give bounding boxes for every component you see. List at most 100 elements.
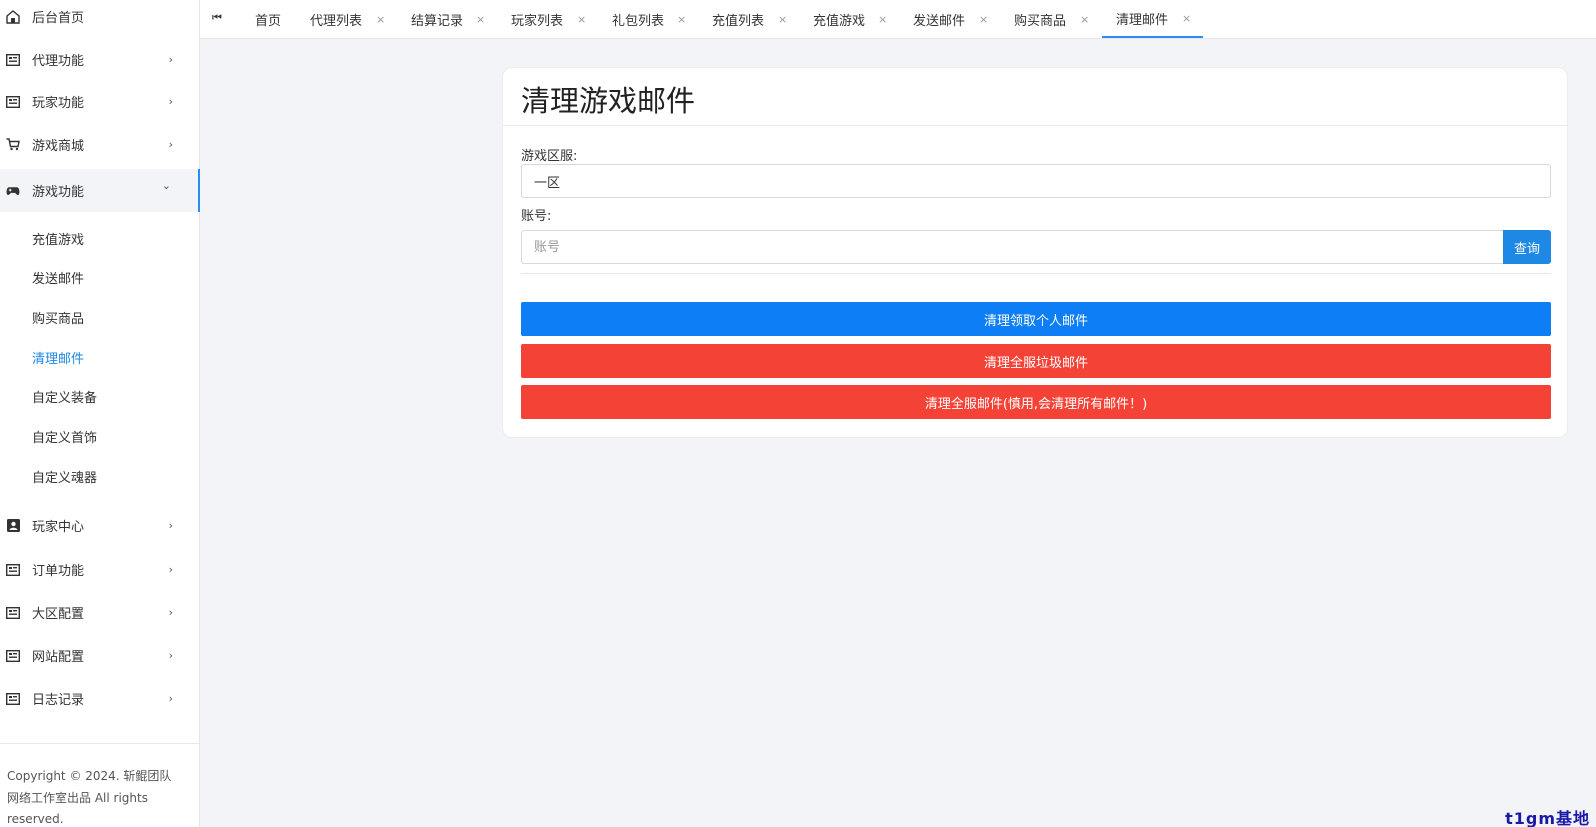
submenu-item-label: 购买商品 bbox=[32, 311, 85, 327]
close-icon[interactable]: × bbox=[577, 13, 586, 26]
chevron-down-icon: ⌄ bbox=[161, 179, 171, 192]
sidebar-item-label: 代理功能 bbox=[32, 54, 85, 69]
account-label: 账号: bbox=[521, 209, 552, 224]
close-icon[interactable]: × bbox=[979, 13, 988, 26]
submenu-item-label: 自定义首饰 bbox=[32, 430, 98, 446]
page-title: 清理游戏邮件 bbox=[521, 84, 696, 118]
sidebar-item-game[interactable]: 游戏功能 ⌄ bbox=[0, 169, 200, 212]
tab-buy-goods[interactable]: 购买商品 × bbox=[1014, 0, 1089, 38]
submenu-item-buy-goods[interactable]: 购买商品 bbox=[0, 298, 200, 336]
copyright-text: Copyright © 2024. 斩鲲团队网络工作室出品 All rights… bbox=[7, 769, 172, 826]
chevron-right-icon: › bbox=[168, 53, 173, 66]
chevron-right-icon: › bbox=[168, 563, 173, 576]
tab-recharge-game[interactable]: 充值游戏 × bbox=[813, 0, 887, 38]
close-icon[interactable]: × bbox=[778, 13, 787, 26]
tab-label: 首页 bbox=[255, 13, 282, 29]
watermark-text: t1gm基地 bbox=[1505, 809, 1590, 827]
tab-gift-list[interactable]: 礼包列表 × bbox=[612, 0, 686, 38]
sidebar-item-region-config[interactable]: 大区配置 › bbox=[0, 591, 200, 634]
submenu-item-clean-mail[interactable]: 清理邮件 bbox=[0, 338, 200, 376]
tab-agent-list[interactable]: 代理列表 × bbox=[310, 0, 385, 38]
cart-icon bbox=[6, 138, 20, 152]
list-icon bbox=[6, 692, 20, 706]
submenu-item-custom-soul[interactable]: 自定义魂器 bbox=[0, 457, 200, 495]
tab-label: 礼包列表 bbox=[612, 13, 665, 29]
sidebar-item-label: 日志记录 bbox=[32, 693, 85, 708]
gamepad-icon bbox=[6, 184, 20, 198]
chevron-right-icon: › bbox=[168, 519, 173, 532]
chevron-right-icon: › bbox=[168, 606, 173, 619]
sidebar-item-label: 玩家中心 bbox=[32, 520, 85, 535]
tab-label: 充值游戏 bbox=[813, 13, 866, 29]
close-icon[interactable]: × bbox=[677, 13, 686, 26]
close-icon[interactable]: × bbox=[878, 13, 887, 26]
sidebar-item-player[interactable]: 玩家功能 › bbox=[0, 80, 200, 123]
submenu-item-label: 自定义魂器 bbox=[32, 470, 98, 486]
submenu-item-custom-equipment[interactable]: 自定义装备 bbox=[0, 377, 200, 415]
sidebar: 后台首页 代理功能 › 玩家功能 › 游戏商城 › 游戏功能 ⌄ 充值游戏 发送… bbox=[0, 0, 200, 827]
tab-player-list[interactable]: 玩家列表 × bbox=[511, 0, 586, 38]
tab-send-mail[interactable]: 发送邮件 × bbox=[913, 0, 988, 38]
sidebar-divider bbox=[0, 743, 200, 744]
close-icon[interactable]: × bbox=[476, 13, 485, 26]
tab-settlement[interactable]: 结算记录 × bbox=[411, 0, 485, 38]
tab-label: 结算记录 bbox=[411, 13, 464, 29]
list-icon bbox=[6, 649, 20, 663]
tab-label: 代理列表 bbox=[310, 13, 363, 29]
tab-label: 充值列表 bbox=[712, 13, 765, 29]
chevron-right-icon: › bbox=[168, 95, 173, 108]
clean-mail-card: 清理游戏邮件 游戏区服: 一区 账号: 查询 清理领取个人邮件 清理全服垃圾邮件… bbox=[502, 67, 1568, 438]
sidebar-item-label: 后台首页 bbox=[32, 11, 85, 26]
sidebar-item-logs[interactable]: 日志记录 › bbox=[0, 677, 200, 720]
tab-label: 发送邮件 bbox=[913, 13, 966, 29]
list-icon bbox=[6, 606, 20, 620]
skip-back-icon[interactable]: ⏮ bbox=[212, 11, 222, 25]
home-icon bbox=[6, 9, 20, 24]
server-label: 游戏区服: bbox=[521, 149, 578, 164]
clean-all-mail-button[interactable]: 清理全服邮件(慎用,会清理所有邮件！) bbox=[521, 385, 1551, 419]
tab-bar: ⏮ 首页 代理列表 × 结算记录 × 玩家列表 × 礼包列表 × 充值列表 × … bbox=[200, 0, 1596, 39]
tab-recharge-list[interactable]: 充值列表 × bbox=[712, 0, 787, 38]
list-icon bbox=[6, 563, 20, 577]
close-icon[interactable]: × bbox=[1182, 12, 1191, 25]
submenu-item-send-mail[interactable]: 发送邮件 bbox=[0, 258, 200, 296]
tab-clean-mail[interactable]: 清理邮件 × bbox=[1102, 0, 1203, 38]
sidebar-item-label: 网站配置 bbox=[32, 650, 85, 665]
account-input[interactable] bbox=[521, 230, 1503, 264]
submenu-item-label: 发送邮件 bbox=[32, 271, 85, 287]
sidebar-item-agent[interactable]: 代理功能 › bbox=[0, 38, 200, 81]
sidebar-item-label: 游戏商城 bbox=[32, 139, 85, 154]
tab-home[interactable]: 首页 bbox=[255, 0, 281, 38]
sidebar-item-label: 订单功能 bbox=[32, 564, 85, 579]
chevron-right-icon: › bbox=[168, 649, 173, 662]
submenu-item-custom-jewelry[interactable]: 自定义首饰 bbox=[0, 417, 200, 455]
list-icon bbox=[6, 53, 20, 67]
close-icon[interactable]: × bbox=[376, 13, 385, 26]
sidebar-item-label: 游戏功能 bbox=[32, 185, 85, 200]
chevron-right-icon: › bbox=[168, 692, 173, 705]
form-divider bbox=[521, 273, 1551, 274]
sidebar-item-orders[interactable]: 订单功能 › bbox=[0, 548, 200, 591]
submenu-item-recharge-game[interactable]: 充值游戏 bbox=[0, 219, 200, 257]
submenu-item-label: 清理邮件 bbox=[32, 351, 85, 367]
sidebar-item-label: 大区配置 bbox=[32, 607, 85, 622]
close-icon[interactable]: × bbox=[1080, 13, 1089, 26]
sidebar-item-shop[interactable]: 游戏商城 › bbox=[0, 123, 200, 166]
card-header-divider bbox=[503, 125, 1567, 126]
sidebar-item-player-center[interactable]: 玩家中心 › bbox=[0, 504, 200, 547]
clean-personal-mail-button[interactable]: 清理领取个人邮件 bbox=[521, 302, 1551, 336]
sidebar-item-site-config[interactable]: 网站配置 › bbox=[0, 634, 200, 677]
server-select[interactable]: 一区 bbox=[521, 164, 1551, 198]
tab-label: 清理邮件 bbox=[1116, 12, 1169, 28]
list-icon bbox=[6, 95, 20, 109]
sidebar-item-label: 玩家功能 bbox=[32, 96, 85, 111]
tab-label: 购买商品 bbox=[1014, 13, 1067, 29]
submenu-item-label: 自定义装备 bbox=[32, 390, 98, 406]
clean-junk-mail-button[interactable]: 清理全服垃圾邮件 bbox=[521, 344, 1551, 378]
sidebar-item-home[interactable]: 后台首页 bbox=[0, 0, 200, 38]
user-card-icon bbox=[6, 519, 20, 533]
query-button[interactable]: 查询 bbox=[1503, 230, 1551, 264]
tab-label: 玩家列表 bbox=[511, 13, 564, 29]
chevron-right-icon: › bbox=[168, 138, 173, 151]
submenu-item-label: 充值游戏 bbox=[32, 232, 85, 248]
